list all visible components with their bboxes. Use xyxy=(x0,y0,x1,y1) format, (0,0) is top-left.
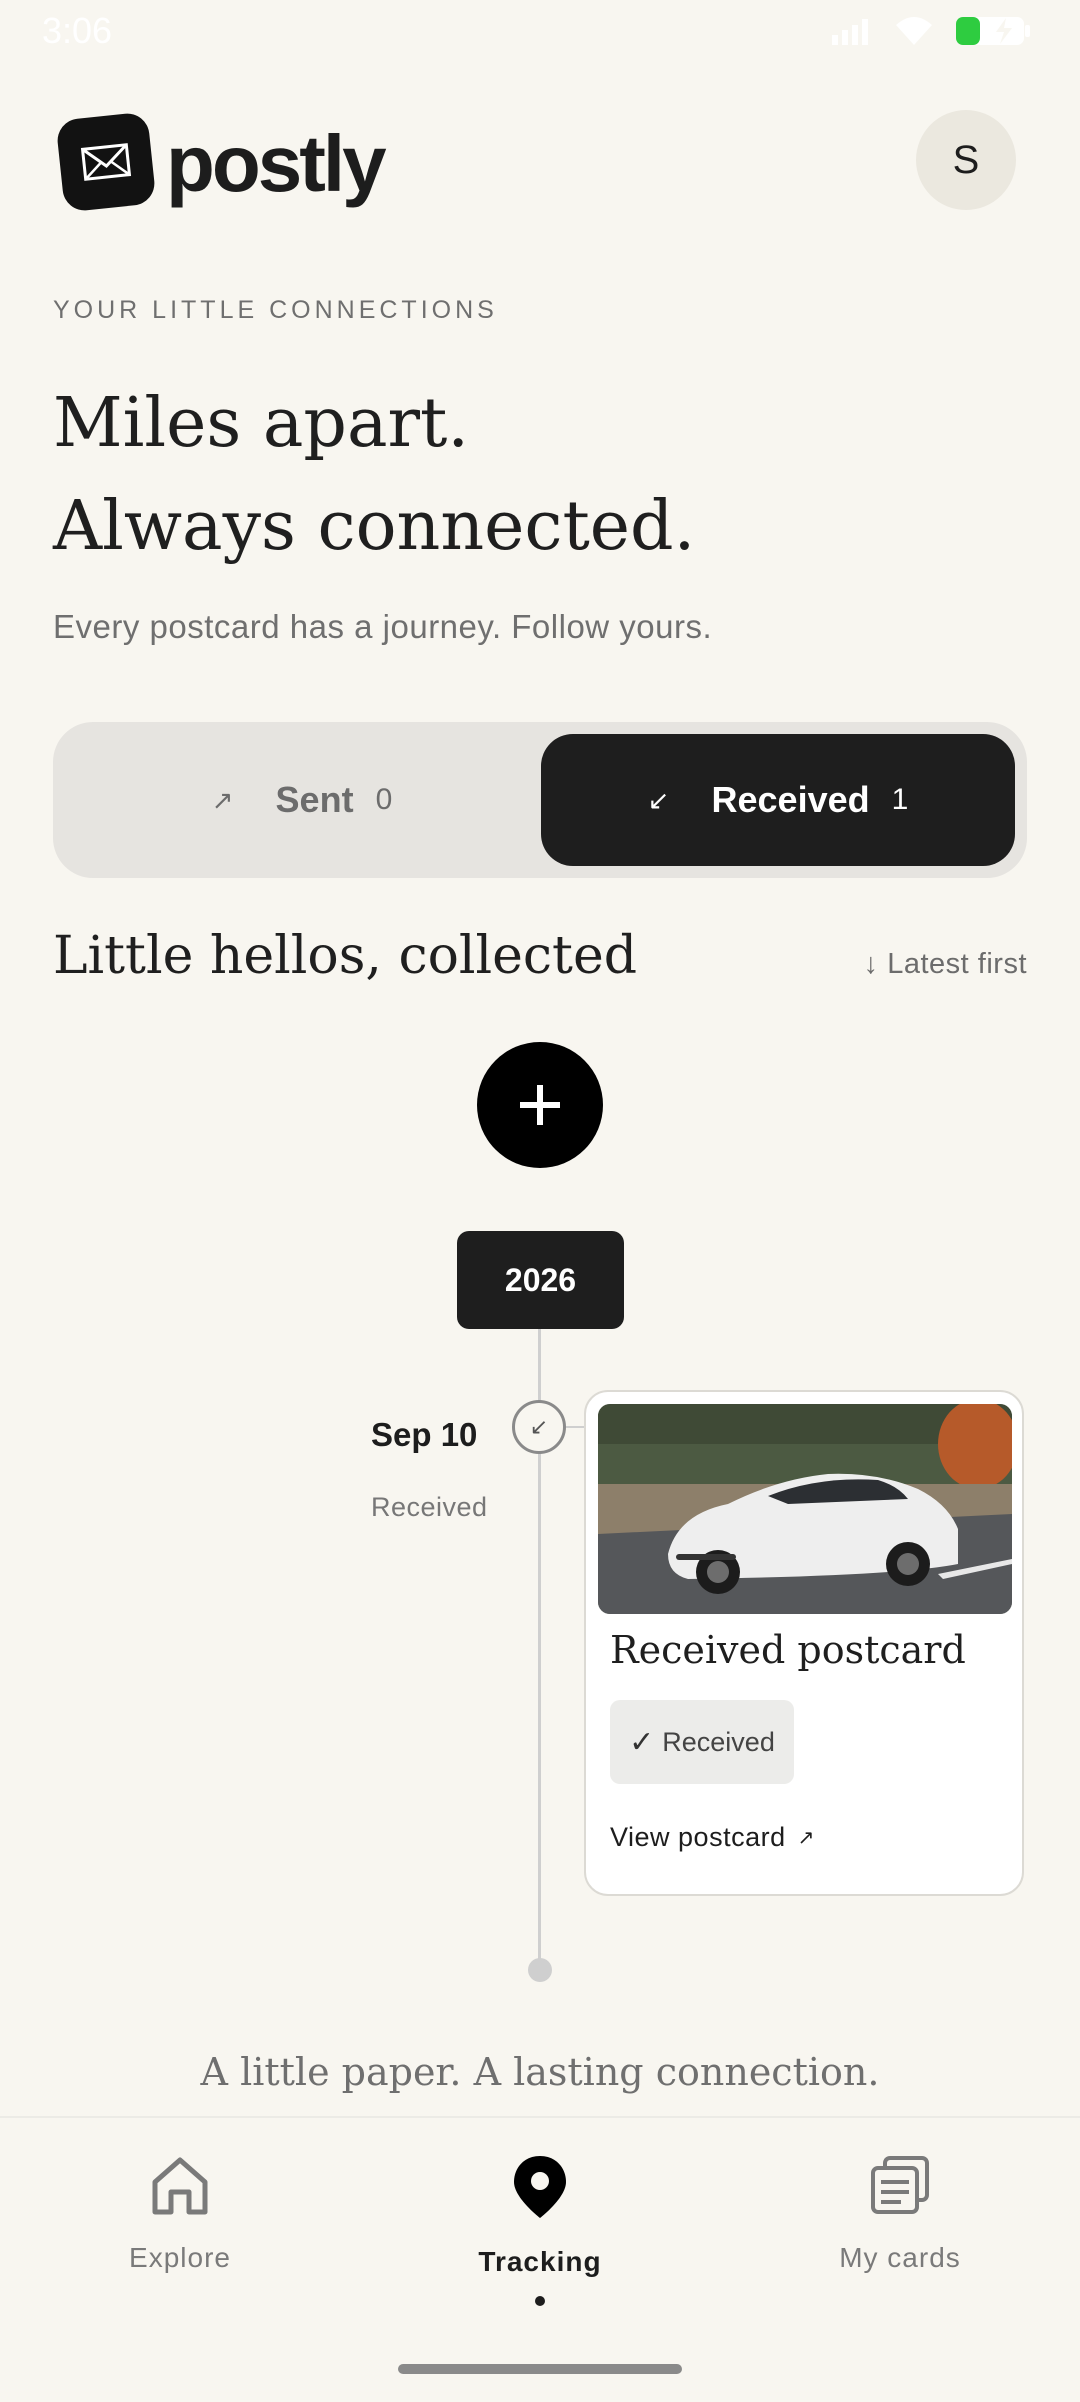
postcard-photo xyxy=(598,1404,1012,1614)
checkmark-icon: ✓ xyxy=(629,1725,655,1759)
home-icon xyxy=(152,2157,208,2215)
hero-subline: Every postcard has a journey. Follow you… xyxy=(53,608,713,645)
headline-line-2: Always connected. xyxy=(53,487,696,566)
hero-eyebrow: YOUR LITTLE CONNECTIONS xyxy=(53,296,498,324)
envelope-icon xyxy=(80,143,132,181)
cards-stack-icon xyxy=(871,2156,929,2214)
arrow-up-right-icon: ↗ xyxy=(797,1827,815,1849)
profile-avatar[interactable]: S xyxy=(916,110,1016,210)
wifi-icon xyxy=(896,17,932,45)
status-time: 3:06 xyxy=(42,10,113,51)
entry-date: Sep 10 xyxy=(371,1416,478,1453)
battery-icon xyxy=(956,17,1030,45)
nav-tracking-label: Tracking xyxy=(478,2246,602,2277)
view-postcard-link[interactable]: View postcard ↗ xyxy=(610,1822,815,1853)
tab-received-label: Received xyxy=(711,779,870,820)
tab-sent-count: 0 xyxy=(375,783,393,816)
nav-my-cards-label: My cards xyxy=(839,2242,961,2273)
brand-name: postly xyxy=(166,119,387,208)
view-postcard-label: View postcard xyxy=(610,1822,786,1852)
postcard-title: Received postcard xyxy=(610,1628,966,1672)
tab-received[interactable]: ↙ Received 1 xyxy=(541,734,1015,866)
nav-my-cards[interactable]: My cards xyxy=(780,2154,1020,2274)
footer-tagline: A little paper. A lasting connection. xyxy=(200,2050,880,2094)
timeline-line xyxy=(538,1260,541,1970)
arrow-down-left-icon: ↙ xyxy=(647,784,670,815)
home-indicator[interactable] xyxy=(398,2364,682,2374)
logo-mark xyxy=(55,111,157,213)
bottom-navigation: Explore Tracking My cards xyxy=(0,2116,1080,2402)
plus-icon xyxy=(520,1085,560,1125)
sent-received-toggle: ↗ Sent 0 ↙ Received 1 xyxy=(53,722,1027,878)
section-title: Little hellos, collected xyxy=(53,926,638,986)
timeline-end-dot xyxy=(528,1958,552,1982)
tab-sent-label: Sent xyxy=(275,779,354,820)
timeline-node-received-icon: ↙ xyxy=(512,1400,566,1454)
active-indicator-dot xyxy=(535,2296,545,2306)
status-chip-label: Received xyxy=(662,1726,775,1757)
location-pin-icon xyxy=(514,2156,566,2218)
timeline-connector xyxy=(566,1426,584,1428)
year-badge: 2026 xyxy=(457,1231,624,1329)
nav-tracking[interactable]: Tracking xyxy=(420,2154,660,2306)
headline-line-1: Miles apart. xyxy=(53,384,469,463)
hero-headline: Miles apart. Always connected. xyxy=(53,372,695,578)
tab-sent[interactable]: ↗ Sent 0 xyxy=(65,734,539,866)
add-postcard-button[interactable] xyxy=(477,1042,603,1168)
entry-status: Received xyxy=(371,1492,488,1522)
status-icons xyxy=(830,14,1034,48)
nav-explore[interactable]: Explore xyxy=(60,2154,300,2274)
arrow-up-right-icon: ↗ xyxy=(211,784,234,815)
postcard-card[interactable]: Received postcard ✓ Received View postca… xyxy=(584,1390,1024,1896)
tab-received-count: 1 xyxy=(891,783,909,816)
signal-icon xyxy=(832,19,868,45)
nav-explore-label: Explore xyxy=(129,2242,231,2273)
status-chip: ✓ Received xyxy=(610,1700,794,1784)
sort-toggle[interactable]: ↓ Latest first xyxy=(864,948,1027,981)
avatar-initial: S xyxy=(952,137,980,182)
